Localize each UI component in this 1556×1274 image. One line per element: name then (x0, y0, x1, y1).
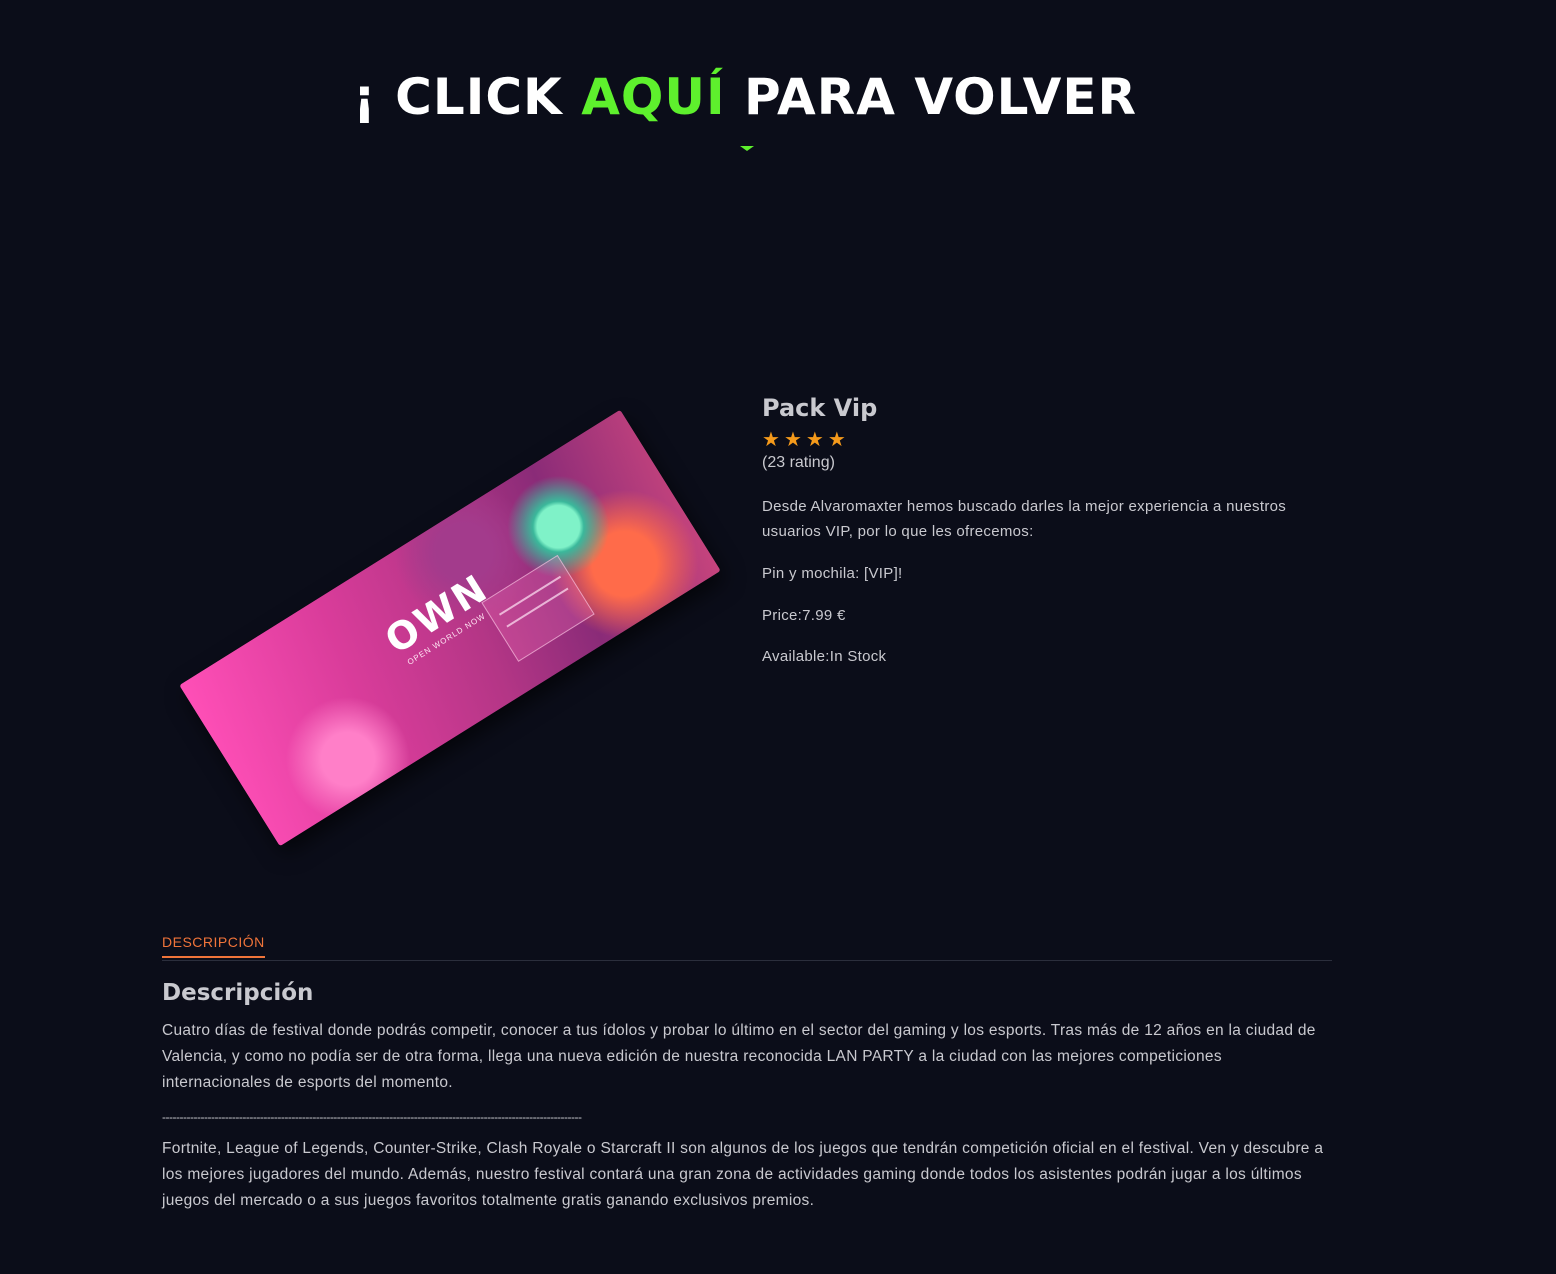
description-paragraph-1: Cuatro días de festival donde podrás com… (162, 1022, 1316, 1091)
product-info: Pack Vip ★ ★ ★ ★ (23 rating) Desde Alvar… (762, 394, 1322, 669)
description-heading: Descripción (162, 980, 314, 1006)
star-icon: ★ (783, 429, 802, 451)
banner-accent: AQUÍ (581, 68, 726, 126)
description-panel: Descripción Cuatro días de festival dond… (162, 980, 1334, 1214)
banner-underline-marker (740, 146, 754, 151)
product-title: Pack Vip (762, 394, 878, 422)
product-description: Desde Alvaromaxter hemos buscado darles … (762, 498, 1287, 540)
star-icon: ★ (805, 429, 824, 451)
rating-count: (23 rating) (762, 454, 835, 471)
description-paragraph-2: Fortnite, League of Legends, Counter-Str… (162, 1140, 1324, 1209)
product-price: Price:7.99 € (762, 607, 846, 624)
product-pin: Pin y mochila: [VIP]! (762, 565, 903, 582)
description-divider: ----------------------------------------… (162, 1110, 582, 1124)
rating-stars: ★ ★ ★ ★ (762, 430, 1322, 450)
product-tabs: DESCRIPCIÓN (162, 934, 1332, 961)
star-icon: ★ (762, 429, 780, 451)
back-link-banner[interactable]: ¡ CLICK AQUÍ PARA VOLVER (0, 68, 1490, 126)
banner-prefix: ¡ CLICK (352, 68, 582, 126)
product-availability: Available:In Stock (762, 648, 887, 665)
tab-descripcion[interactable]: DESCRIPCIÓN (162, 934, 265, 958)
star-icon: ★ (827, 429, 846, 451)
banner-suffix: PARA VOLVER (725, 68, 1138, 126)
ticket-text-panel (481, 554, 595, 662)
